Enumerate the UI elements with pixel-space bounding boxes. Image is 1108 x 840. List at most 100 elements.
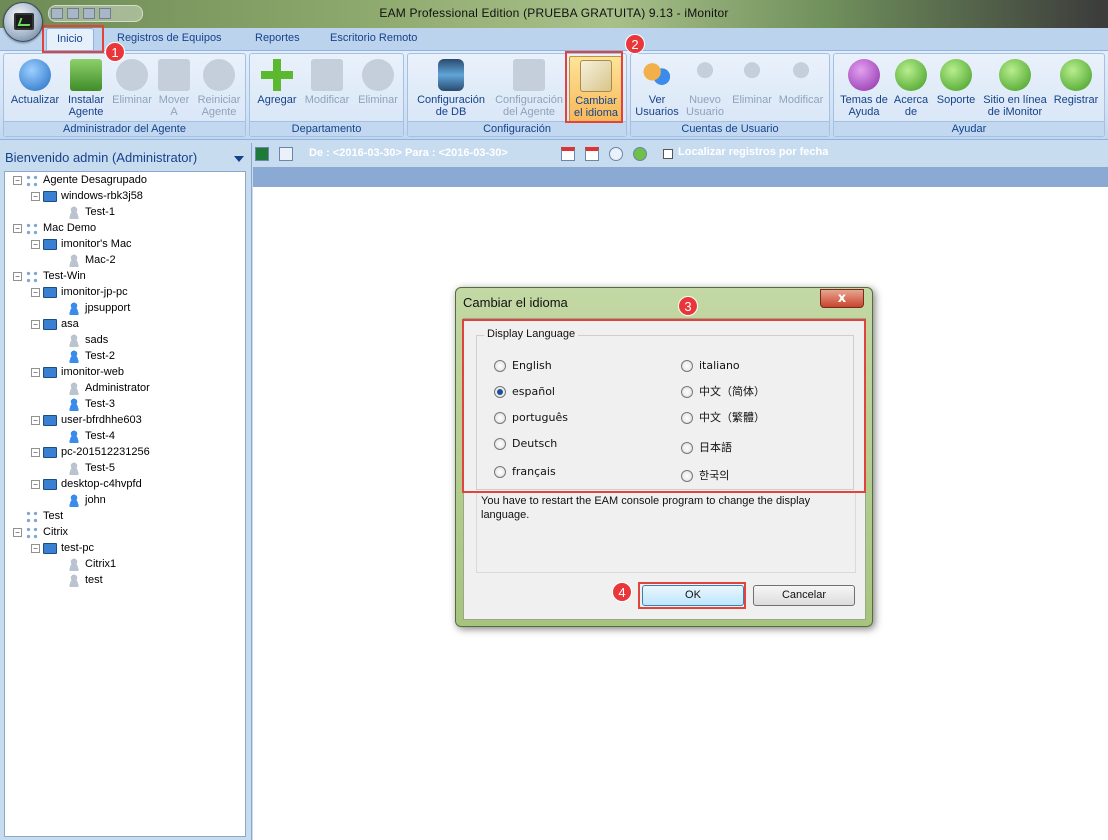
tree-item[interactable]: − imonitor's Mac [31, 236, 132, 252]
tree-item[interactable]: Test-5 [67, 460, 115, 476]
calendar-icon[interactable] [561, 147, 575, 161]
toolbar-icon[interactable] [67, 8, 79, 19]
actualizar-button[interactable]: Actualizar [7, 56, 63, 122]
toolbar-icon[interactable] [51, 8, 63, 19]
tree-item[interactable]: − user-bfrdhhe603 [31, 412, 142, 428]
calendar-icon[interactable] [585, 147, 599, 161]
tree-item[interactable]: − imonitor-web [31, 364, 124, 380]
collapse-icon[interactable]: − [31, 287, 40, 297]
radio-icon[interactable] [681, 412, 693, 424]
radio-italiano[interactable]: italiano [681, 358, 740, 374]
collapse-icon[interactable]: − [31, 239, 40, 249]
tree-item[interactable]: Test [13, 508, 63, 524]
tree-item[interactable]: − test-pc [31, 540, 94, 556]
acerca-de-button[interactable]: Acerca de [891, 56, 931, 122]
tree-item[interactable]: − Citrix [13, 524, 68, 540]
radio-icon[interactable] [494, 360, 506, 372]
soporte-button[interactable]: Soporte [932, 56, 980, 122]
tree-item[interactable]: − pc-201512231256 [31, 444, 150, 460]
configuracion-db-button[interactable]: Configuración de DB [412, 56, 490, 122]
tree-item[interactable]: Test-1 [67, 204, 115, 220]
radio-espanol[interactable]: español [494, 384, 555, 400]
tree-item[interactable]: − desktop-c4hvpfd [31, 476, 142, 492]
tree-item[interactable]: − windows-rbk3j58 [31, 188, 143, 204]
close-button[interactable]: x [820, 289, 864, 308]
tree-item[interactable]: test [67, 572, 103, 588]
tree-item[interactable]: Test-4 [67, 428, 115, 444]
tree-item[interactable]: − Mac Demo [13, 220, 96, 236]
tree-item[interactable]: Mac-2 [67, 252, 116, 268]
configuracion-agente-button[interactable]: Configuración del Agente [490, 56, 568, 122]
tab-reportes[interactable]: Reportes [245, 28, 310, 50]
radio-korean[interactable]: 한국의 [681, 468, 729, 484]
sidebar-header[interactable]: Bienvenido admin (Administrator) [0, 147, 252, 169]
excel-icon[interactable] [255, 147, 269, 161]
toolbar-icon[interactable] [99, 8, 111, 19]
collapse-icon[interactable]: − [13, 223, 22, 233]
cancel-button[interactable]: Cancelar [753, 585, 855, 606]
eliminar-agente-button[interactable]: Eliminar [108, 56, 156, 122]
radio-icon[interactable] [494, 438, 506, 450]
radio-icon[interactable] [494, 412, 506, 424]
temas-ayuda-button[interactable]: Temas de Ayuda [837, 56, 891, 122]
radio-deutsch[interactable]: Deutsch [494, 436, 557, 452]
tab-escritorio-remoto[interactable]: Escritorio Remoto [320, 28, 427, 50]
modificar-departamento-button[interactable]: Modificar [300, 56, 354, 122]
tree-item[interactable]: Administrator [67, 380, 150, 396]
locate-by-date-checkbox[interactable] [663, 149, 673, 159]
clock-icon[interactable] [609, 147, 623, 161]
tab-registros[interactable]: Registros de Equipos [107, 28, 232, 50]
radio-portugues[interactable]: português [494, 410, 568, 426]
tree-item[interactable]: john [67, 492, 106, 508]
radio-icon[interactable] [681, 470, 693, 482]
tree-item[interactable]: − Agente Desagrupado [13, 172, 147, 188]
ver-usuarios-button[interactable]: Ver Usuarios [633, 56, 681, 122]
registrar-button[interactable]: Registrar [1050, 56, 1102, 122]
radio-icon[interactable] [494, 466, 506, 478]
radio-francais[interactable]: français [494, 464, 556, 480]
radio-chinese-traditional[interactable]: 中文（繁體） [681, 410, 765, 426]
eliminar-usuario-button[interactable]: Eliminar [729, 56, 775, 122]
tree-item[interactable]: jpsupport [67, 300, 130, 316]
radio-english[interactable]: English [494, 358, 552, 374]
reiniciar-agente-button[interactable]: Reiniciar Agente [194, 56, 244, 122]
tree-item[interactable]: sads [67, 332, 108, 348]
cambiar-idioma-button[interactable]: Cambiar el idioma [569, 56, 623, 122]
radio-icon[interactable] [681, 360, 693, 372]
tree-item[interactable]: Test-3 [67, 396, 115, 412]
collapse-icon[interactable]: − [31, 367, 40, 377]
collapse-icon[interactable]: − [31, 543, 40, 553]
collapse-icon[interactable]: − [13, 527, 22, 537]
nuevo-usuario-button[interactable]: Nuevo Usuario [681, 56, 729, 122]
sitio-imonitor-button[interactable]: Sitio en línea de iMonitor [979, 56, 1051, 122]
tree-item[interactable]: Citrix1 [67, 556, 116, 572]
radio-selected-icon[interactable] [494, 386, 506, 398]
quick-access-toolbar[interactable] [48, 5, 143, 22]
eliminar-departamento-button[interactable]: Eliminar [353, 56, 403, 122]
collapse-icon[interactable]: − [13, 175, 22, 185]
radio-icon[interactable] [681, 442, 693, 454]
radio-icon[interactable] [681, 386, 693, 398]
tree-item[interactable]: Test-2 [67, 348, 115, 364]
collapse-icon[interactable]: − [31, 415, 40, 425]
mover-a-button[interactable]: Mover A [152, 56, 196, 122]
collapse-icon[interactable]: − [13, 271, 22, 281]
collapse-icon[interactable]: − [31, 319, 40, 329]
collapse-icon[interactable]: − [31, 479, 40, 489]
app-menu-button[interactable] [3, 2, 43, 42]
tree-item[interactable]: − asa [31, 316, 79, 332]
instalar-agente-button[interactable]: Instalar Agente [62, 56, 110, 122]
collapse-icon[interactable]: − [31, 447, 40, 457]
tab-inicio[interactable]: Inicio [46, 28, 94, 50]
go-icon[interactable] [633, 147, 647, 161]
agregar-button[interactable]: Agregar [253, 56, 301, 122]
radio-chinese-simplified[interactable]: 中文（简体） [681, 384, 765, 400]
chevron-down-icon[interactable] [234, 156, 244, 162]
ok-button[interactable]: OK [642, 585, 744, 606]
toolbar-icon[interactable] [83, 8, 95, 19]
modificar-usuario-button[interactable]: Modificar [774, 56, 828, 122]
collapse-icon[interactable]: − [31, 191, 40, 201]
tree-item[interactable]: − imonitor-jp-pc [31, 284, 128, 300]
radio-japanese[interactable]: 日本語 [681, 440, 732, 456]
export-icon[interactable] [279, 147, 293, 161]
